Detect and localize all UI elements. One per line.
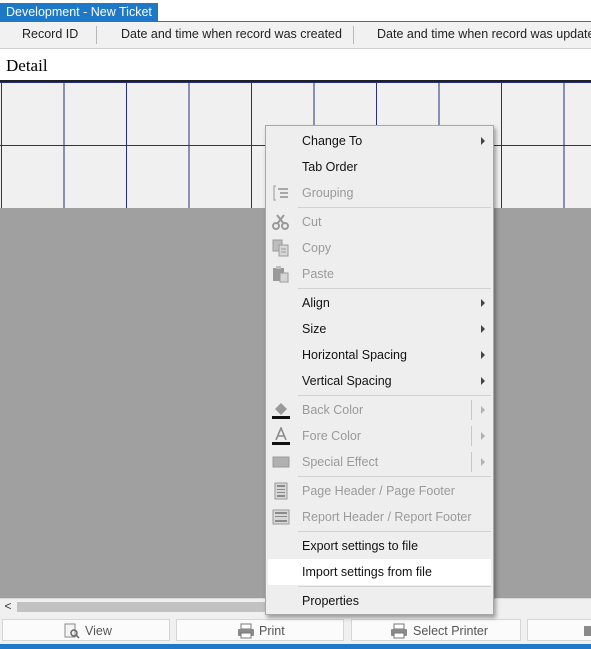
submenu-arrow-icon	[481, 432, 485, 440]
context-menu: Change To Tab Order Grouping Cut Copy Pa…	[265, 125, 494, 615]
menu-item-export-settings[interactable]: Export settings to file	[268, 533, 491, 559]
grouping-icon	[273, 185, 288, 201]
column-separator	[96, 26, 97, 44]
detail-section-label: Detail	[6, 56, 48, 75]
detail-section-bar[interactable]: Detail	[0, 49, 591, 82]
menu-separator	[298, 288, 491, 289]
paint-bucket-icon	[272, 403, 290, 419]
column-separator	[353, 26, 354, 44]
menu-item-align[interactable]: Align	[268, 290, 491, 316]
menu-separator	[298, 531, 491, 532]
menu-item-cut[interactable]: Cut	[268, 209, 491, 235]
menu-separator	[298, 586, 491, 587]
menu-item-label: Size	[302, 322, 327, 336]
status-accent-bar	[0, 644, 591, 649]
menu-item-label: Paste	[302, 267, 334, 281]
menu-item-label: Back Color	[302, 403, 364, 417]
menu-item-page-header-footer[interactable]: Page Header / Page Footer	[268, 478, 491, 504]
menu-item-change-to[interactable]: Change To	[268, 128, 491, 154]
view-button[interactable]: View	[2, 619, 170, 641]
menu-item-label: Align	[302, 296, 330, 310]
menu-separator	[298, 476, 491, 477]
submenu-arrow-icon	[481, 351, 485, 359]
printer-icon	[238, 623, 254, 639]
menu-item-special-effect[interactable]: Special Effect	[268, 449, 491, 475]
split-separator	[471, 452, 472, 472]
scroll-left-arrow[interactable]: <	[0, 599, 16, 615]
select-printer-button[interactable]: Select Printer	[351, 619, 521, 641]
font-color-icon	[272, 427, 290, 445]
bottom-toolbar: View Print Select Printer	[0, 614, 591, 644]
menu-item-horizontal-spacing[interactable]: Horizontal Spacing	[268, 342, 491, 368]
menu-item-label: Copy	[302, 241, 332, 255]
menu-separator	[298, 207, 491, 208]
menu-item-grouping[interactable]: Grouping	[268, 180, 491, 206]
split-separator	[471, 426, 472, 446]
menu-item-paste[interactable]: Paste	[268, 261, 491, 287]
menu-item-size[interactable]: Size	[268, 316, 491, 342]
menu-item-back-color[interactable]: Back Color	[268, 397, 491, 423]
paste-icon	[273, 266, 289, 283]
menu-item-label: Horizontal Spacing	[302, 348, 407, 362]
menu-item-report-header-footer[interactable]: Report Header / Report Footer	[268, 504, 491, 530]
menu-item-import-settings[interactable]: Import settings from file	[268, 559, 491, 585]
select-printer-button-label: Select Printer	[413, 624, 489, 638]
menu-item-label: Grouping	[302, 186, 354, 200]
column-header-record-id[interactable]: Record ID	[22, 22, 78, 48]
menu-item-label: Cut	[302, 215, 322, 229]
menu-item-label: Page Header / Page Footer	[302, 484, 455, 498]
menu-item-fore-color[interactable]: Fore Color	[268, 423, 491, 449]
menu-item-label: Vertical Spacing	[302, 374, 392, 388]
split-separator	[471, 400, 472, 420]
view-button-label: View	[85, 624, 112, 638]
page-header-icon	[274, 482, 288, 500]
print-button[interactable]: Print	[176, 619, 344, 641]
column-header-updated[interactable]: Date and time when record was updated	[377, 22, 591, 48]
special-effect-icon	[272, 456, 290, 468]
submenu-arrow-icon	[481, 299, 485, 307]
menu-item-label: Report Header / Report Footer	[302, 510, 472, 524]
window-title-tab[interactable]: Development - New Ticket	[0, 3, 158, 21]
menu-item-label: Fore Color	[302, 429, 362, 443]
menu-item-label: Tab Order	[302, 160, 358, 174]
menu-item-tab-order[interactable]: Tab Order	[268, 154, 491, 180]
menu-item-label: Export settings to file	[302, 539, 419, 553]
view-icon	[64, 623, 80, 639]
submenu-arrow-icon	[481, 458, 485, 466]
submenu-arrow-icon	[481, 325, 485, 333]
toolbar-button-partial[interactable]	[527, 619, 591, 641]
column-header-created[interactable]: Date and time when record was created	[121, 22, 342, 48]
printer-icon	[391, 623, 407, 639]
menu-item-label: Properties	[302, 594, 359, 608]
submenu-arrow-icon	[481, 137, 485, 145]
copy-icon	[272, 239, 289, 257]
menu-separator	[298, 395, 491, 396]
menu-item-label: Change To	[302, 134, 363, 148]
report-header-icon	[272, 509, 290, 525]
menu-item-copy[interactable]: Copy	[268, 235, 491, 261]
submenu-arrow-icon	[481, 406, 485, 414]
column-header-row: Record ID Date and time when record was …	[0, 22, 591, 49]
print-button-label: Print	[259, 624, 285, 638]
menu-item-label: Import settings from file	[302, 565, 432, 579]
menu-item-properties[interactable]: Properties	[268, 588, 491, 614]
menu-item-label: Special Effect	[302, 455, 379, 469]
scissors-icon	[272, 214, 289, 230]
menu-item-vertical-spacing[interactable]: Vertical Spacing	[268, 368, 491, 394]
submenu-arrow-icon	[481, 377, 485, 385]
partial-button-icon	[584, 626, 591, 636]
